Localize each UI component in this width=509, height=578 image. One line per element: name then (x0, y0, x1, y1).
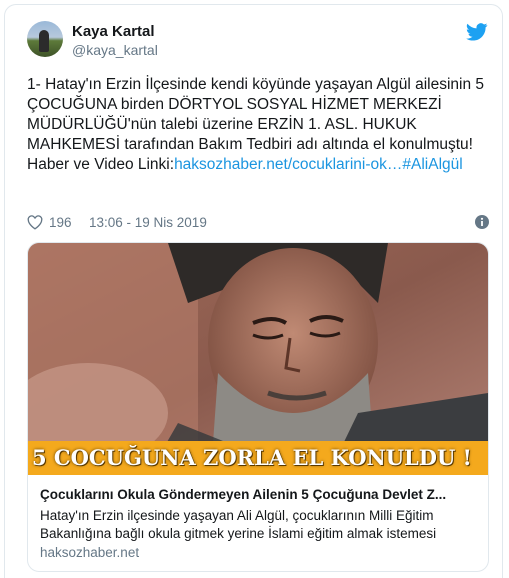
tweet-embed: Kaya Kartal @kaya_kartal 1- Hatay'ın Erz… (4, 4, 503, 578)
info-icon[interactable] (475, 215, 489, 229)
article-link[interactable]: haksozhaber.net/cocuklarini-ok… (174, 156, 402, 173)
twitter-bird-icon[interactable] (466, 23, 488, 41)
timestamp[interactable]: 13:06 - 19 Nis 2019 (89, 215, 207, 230)
card-description: Hatay'ın Erzin ilçesinde yaşayan Ali Alg… (40, 508, 437, 541)
tweet-meta: 196 13:06 - 19 Nis 2019 (27, 214, 489, 232)
link-card[interactable]: 5 COCUĞUNA ZORLA EL KONULDU ! Çocukların… (27, 242, 489, 572)
card-domain[interactable]: haksozhaber.net (40, 545, 139, 560)
card-image[interactable]: 5 COCUĞUNA ZORLA EL KONULDU ! (28, 243, 488, 475)
hashtag-link[interactable]: #AliAlgül (402, 156, 462, 173)
card-title[interactable]: Çocuklarını Okula Göndermeyen Ailenin 5 … (40, 487, 480, 502)
tweet-text: 1- Hatay'ın Erzin İlçesinde kendi köyünd… (27, 75, 493, 175)
card-banner: 5 COCUĞUNA ZORLA EL KONULDU ! (28, 441, 488, 475)
heart-icon[interactable] (27, 215, 43, 230)
author-handle[interactable]: @kaya_kartal (72, 42, 158, 58)
author-name[interactable]: Kaya Kartal (72, 23, 155, 40)
avatar[interactable] (27, 21, 63, 57)
like-count[interactable]: 196 (49, 215, 72, 230)
